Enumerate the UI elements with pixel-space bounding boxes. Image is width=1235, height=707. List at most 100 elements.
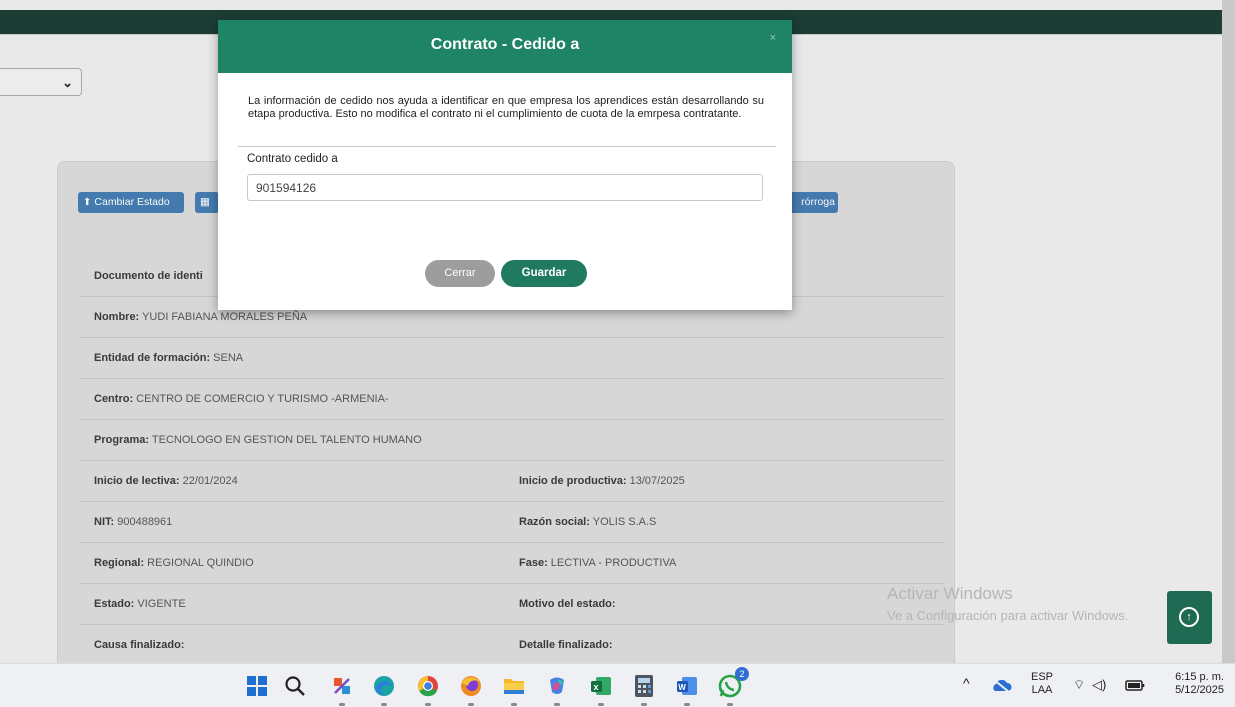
wifi-icon[interactable]: ⌔ bbox=[1073, 678, 1085, 691]
watermark-title: Activar Windows bbox=[887, 584, 1013, 603]
detail-value: LECTIVA - PRODUCTIVA bbox=[547, 557, 677, 569]
file-explorer-icon[interactable] bbox=[500, 672, 528, 706]
detail-field: Detalle finalizado: bbox=[519, 639, 613, 651]
detail-field: Inicio de productiva: 13/07/2025 bbox=[519, 475, 685, 487]
detail-value: 13/07/2025 bbox=[626, 475, 685, 487]
detail-row: Regional: REGIONAL QUINDIO Fase: LECTIVA … bbox=[80, 543, 944, 584]
modal-header: Contrato - Cedido a × bbox=[218, 20, 792, 73]
edge-icon[interactable] bbox=[370, 672, 398, 706]
clock-date: 5/12/2025 bbox=[1175, 684, 1224, 696]
detail-row: Centro: CENTRO DE COMERCIO Y TURISMO -AR… bbox=[80, 379, 944, 420]
detail-label: Entidad de formación: bbox=[94, 352, 211, 364]
whatsapp-icon[interactable]: 2 bbox=[716, 667, 749, 706]
filter-select[interactable]: ⌄ bbox=[0, 68, 82, 96]
close-button[interactable]: Cerrar bbox=[425, 260, 495, 287]
detail-row: Estado: VIGENTE Motivo del estado: bbox=[80, 584, 944, 625]
calendar-button[interactable]: ▦ bbox=[195, 192, 219, 213]
detail-label: Detalle finalizado: bbox=[519, 639, 613, 651]
chrome-icon[interactable] bbox=[414, 672, 442, 706]
detail-value: SENA bbox=[210, 352, 244, 364]
detail-field: Inicio de lectiva: 22/01/2024 bbox=[94, 475, 238, 487]
battery-icon[interactable] bbox=[1124, 676, 1146, 694]
detail-value: 22/01/2024 bbox=[179, 475, 238, 487]
language-layout: LAA bbox=[1031, 684, 1053, 696]
upload-icon: ⬆ bbox=[83, 197, 92, 208]
browser-page: ⌄ ⬆ Cambiar Estado ▦ rórroga Documento de… bbox=[0, 0, 1235, 663]
scroll-top-button[interactable]: ↑ bbox=[1167, 591, 1212, 644]
detail-field: Centro: CENTRO DE COMERCIO Y TURISMO -AR… bbox=[94, 393, 389, 405]
detail-field: Regional: REGIONAL QUINDIO bbox=[94, 557, 254, 569]
excel-icon[interactable]: x bbox=[587, 672, 615, 706]
detail-field: Razón social: YOLIS S.A.S bbox=[519, 516, 656, 528]
ceded-to-label: Contrato cedido a bbox=[247, 153, 338, 165]
detail-value: TECNOLOGO EN GESTION DEL TALENTO HUMANO bbox=[149, 434, 422, 446]
detail-value: VIGENTE bbox=[134, 598, 186, 610]
detail-value: YOLIS S.A.S bbox=[589, 516, 657, 528]
calendar-icon: ▦ bbox=[200, 196, 210, 208]
detail-label: Inicio de productiva: bbox=[519, 475, 627, 487]
close-icon[interactable]: × bbox=[770, 32, 776, 44]
detail-field: Fase: LECTIVA - PRODUCTIVA bbox=[519, 557, 676, 569]
detail-value: REGIONAL QUINDIO bbox=[144, 557, 254, 569]
copilot-icon[interactable] bbox=[543, 672, 571, 706]
extension-button[interactable]: rórroga bbox=[786, 192, 838, 213]
detail-label: Inicio de lectiva: bbox=[94, 475, 180, 487]
detail-label: Estado: bbox=[94, 598, 135, 610]
tray-chevron-icon[interactable]: ^ bbox=[963, 676, 970, 690]
detail-label: Regional: bbox=[94, 557, 145, 569]
change-state-label: Cambiar Estado bbox=[94, 196, 170, 208]
clock[interactable]: 6:15 p. m. 5/12/2025 bbox=[1162, 671, 1224, 697]
detail-field: NIT: 900488961 bbox=[94, 516, 172, 528]
detail-label: Causa finalizado: bbox=[94, 639, 185, 651]
detail-value: 900488961 bbox=[114, 516, 173, 528]
ceded-contract-modal: Contrato - Cedido a × La información de … bbox=[218, 20, 792, 310]
detail-value: CENTRO DE COMERCIO Y TURISMO -ARMENIA- bbox=[133, 393, 389, 405]
detail-row: Entidad de formación: SENA bbox=[80, 338, 944, 379]
word-icon[interactable]: W bbox=[673, 672, 701, 706]
language-code: ESP bbox=[1030, 671, 1053, 683]
detail-field: Entidad de formación: SENA bbox=[94, 352, 243, 364]
detail-value: YUDI FABIANA MORALES PEÑA bbox=[139, 311, 308, 323]
detail-row: Causa finalizado: Detalle finalizado: bbox=[80, 625, 944, 663]
snipping-tool-icon[interactable] bbox=[328, 672, 356, 706]
detail-field: Documento de identi bbox=[94, 270, 203, 282]
detail-row: NIT: 900488961 Razón social: YOLIS S.A.S bbox=[80, 502, 944, 543]
detail-field: Programa: TECNOLOGO EN GESTION DEL TALEN… bbox=[94, 434, 422, 446]
language-indicator[interactable]: ESP LAA bbox=[1028, 671, 1056, 697]
detail-label: Motivo del estado: bbox=[519, 598, 616, 610]
change-state-button[interactable]: ⬆ Cambiar Estado bbox=[78, 192, 184, 213]
start-icon[interactable] bbox=[243, 672, 271, 700]
volume-icon[interactable]: ◁) bbox=[1092, 678, 1106, 691]
modal-description: La información de cedido nos ayuda a ide… bbox=[248, 95, 764, 120]
chevron-down-icon: ⌄ bbox=[62, 75, 73, 90]
extension-label: rórroga bbox=[801, 196, 835, 208]
detail-label: NIT: bbox=[94, 516, 115, 528]
onedrive-icon[interactable] bbox=[990, 674, 1012, 696]
save-button[interactable]: Guardar bbox=[501, 260, 587, 287]
svg-text:x: x bbox=[594, 682, 599, 692]
detail-label: Documento de identi bbox=[94, 270, 203, 282]
firefox-icon[interactable] bbox=[457, 672, 485, 706]
watermark-subtitle: Ve a Configuración para activar Windows. bbox=[887, 608, 1129, 623]
svg-text:W: W bbox=[678, 683, 686, 692]
detail-label: Fase: bbox=[519, 557, 548, 569]
search-icon[interactable] bbox=[281, 672, 309, 700]
detail-label: Centro: bbox=[94, 393, 134, 405]
detail-field: Estado: VIGENTE bbox=[94, 598, 186, 610]
detail-label: Razón social: bbox=[519, 516, 590, 528]
divider bbox=[238, 146, 776, 147]
arrow-up-icon: ↑ bbox=[1179, 607, 1199, 627]
detail-label: Programa: bbox=[94, 434, 150, 446]
windows-taskbar: x W 2 ^ ESP LAA ⌔ ◁) 6:15 p. m. 5/12/202… bbox=[0, 663, 1235, 707]
windows-activation-watermark: Activar Windows Ve a Configuración para … bbox=[887, 583, 1128, 627]
modal-title: Contrato - Cedido a bbox=[430, 36, 580, 53]
calculator-icon[interactable] bbox=[630, 672, 658, 706]
detail-label: Nombre: bbox=[94, 311, 140, 323]
page-gutter bbox=[1222, 0, 1235, 663]
ceded-to-input[interactable] bbox=[247, 174, 763, 201]
clock-time: 6:15 p. m. bbox=[1175, 671, 1224, 683]
notification-badge: 2 bbox=[735, 667, 749, 681]
detail-field: Motivo del estado: bbox=[519, 598, 616, 610]
detail-row: Inicio de lectiva: 22/01/2024 Inicio de p… bbox=[80, 461, 944, 502]
detail-field: Nombre: YUDI FABIANA MORALES PEÑA bbox=[94, 311, 307, 323]
